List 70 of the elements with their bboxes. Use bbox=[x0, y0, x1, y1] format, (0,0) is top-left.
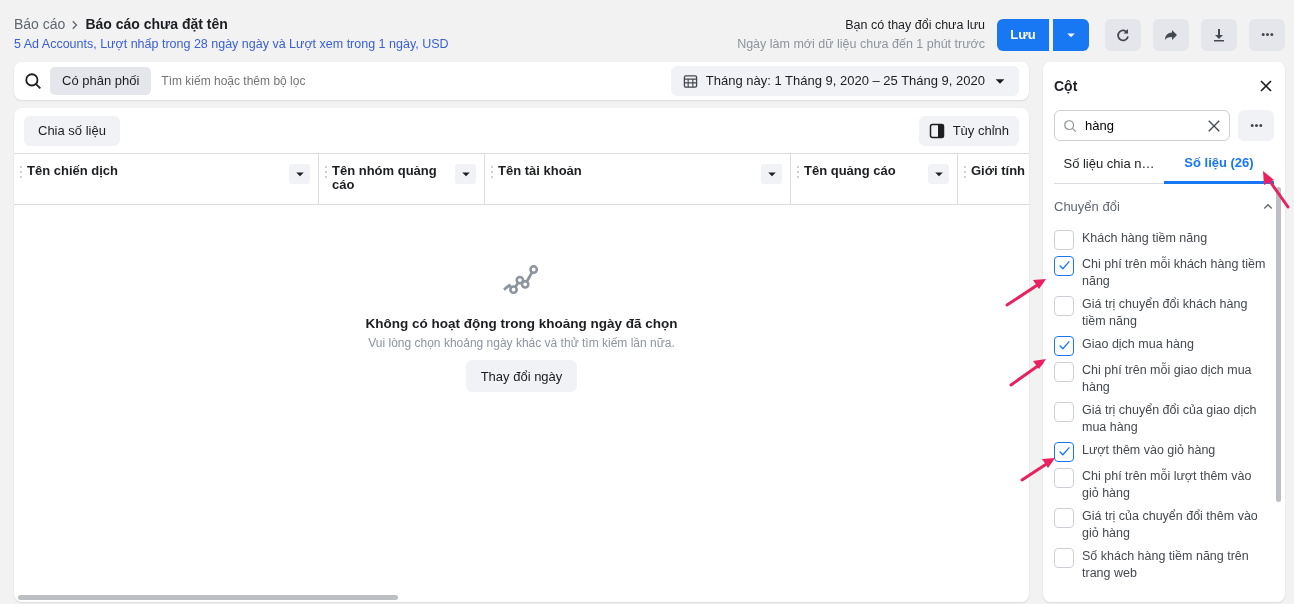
close-icon bbox=[1207, 118, 1221, 133]
annotation-arrow bbox=[1260, 168, 1292, 210]
checkbox[interactable] bbox=[1054, 335, 1074, 356]
save-button[interactable]: Lưu bbox=[997, 18, 1049, 51]
checkbox-label: Chi phí trên mỗi khách hàng tiềm năng bbox=[1082, 255, 1267, 290]
checkbox-label: Giá trị của chuyển đổi thêm vào giỏ hàng bbox=[1082, 507, 1259, 542]
share-button[interactable] bbox=[1153, 18, 1189, 51]
more-button[interactable] bbox=[1249, 18, 1285, 51]
drag-handle-icon[interactable] bbox=[19, 164, 23, 180]
column-header: Tên quảng cáo bbox=[804, 164, 897, 178]
empty-state-title: Không có hoạt động trong khoảng ngày đã chọn bbox=[365, 315, 678, 333]
checkbox-label: Giá trị chuyển đổi khách hàng tiềm năng bbox=[1082, 295, 1249, 330]
section-title: Chuyển đổi bbox=[1054, 197, 1120, 216]
drag-handle-icon[interactable] bbox=[490, 164, 494, 180]
checkbox-label: Lượt thêm vào giỏ hàng bbox=[1082, 441, 1216, 459]
breadcrumb-link[interactable]: Báo cáo bbox=[14, 14, 66, 35]
check-icon bbox=[1057, 259, 1071, 272]
close-button[interactable] bbox=[1258, 78, 1274, 94]
breakdown-button[interactable]: Chia số liệu bbox=[24, 115, 120, 146]
filter-bar[interactable]: Có phân phối Tìm kiếm hoặc thêm bộ lọc Tháng này: 1 Tháng 9, 2020 – 25 Tháng 9, 2020 bbox=[14, 62, 1029, 100]
annotation-arrow bbox=[1004, 276, 1048, 308]
refresh-notice: Ngày làm mới dữ liệu chưa đến 1 phút trước bbox=[737, 35, 985, 53]
checkbox-label: Chi phí trên mỗi lượt thêm vào giỏ hàng bbox=[1082, 467, 1253, 502]
column-header: Tên tài khoản bbox=[498, 164, 583, 178]
calendar-icon bbox=[682, 73, 698, 89]
filter-chip[interactable]: Có phân phối bbox=[50, 67, 152, 95]
report-title: Báo cáo chưa đặt tên bbox=[85, 15, 228, 34]
panel-tab[interactable]: Số liệu chia n… bbox=[1054, 145, 1164, 184]
search-icon bbox=[1063, 118, 1077, 133]
download-button[interactable] bbox=[1201, 18, 1237, 51]
save-menu-button[interactable] bbox=[1053, 18, 1089, 51]
more-icon bbox=[1260, 33, 1274, 36]
column-search-field[interactable]: hàng bbox=[1054, 110, 1230, 141]
close-icon bbox=[1258, 78, 1274, 94]
drag-handle-icon[interactable] bbox=[324, 164, 328, 180]
clear-search-button[interactable] bbox=[1207, 118, 1221, 133]
more-icon bbox=[1249, 124, 1263, 127]
change-date-button[interactable]: Thay đổi ngày bbox=[465, 360, 578, 393]
checkbox-label: Chi phí trên mỗi giao dịch mua hàng bbox=[1082, 361, 1253, 396]
annotation-arrow bbox=[1008, 356, 1048, 388]
panel-title: Cột bbox=[1054, 76, 1078, 96]
column-header: Tên chiến dịch bbox=[27, 164, 119, 178]
unsaved-notice: Bạn có thay đổi chưa lưu bbox=[844, 16, 985, 34]
checkbox-label: Số khách hàng tiềm năng trên trang web bbox=[1082, 547, 1250, 582]
checkbox[interactable] bbox=[1054, 441, 1074, 462]
drag-handle-icon[interactable] bbox=[963, 164, 967, 180]
column-menu-button[interactable] bbox=[455, 164, 476, 184]
download-icon bbox=[1211, 26, 1227, 43]
column-header: Giới tính bbox=[971, 164, 1026, 178]
drag-handle-icon[interactable] bbox=[796, 164, 800, 180]
check-icon bbox=[1057, 339, 1071, 352]
checkbox-label: Khách hàng tiềm năng bbox=[1082, 229, 1208, 247]
date-range-button[interactable]: Tháng này: 1 Tháng 9, 2020 – 25 Tháng 9, 2020 bbox=[670, 66, 1019, 96]
empty-state-message: Vui lòng chọn khoảng ngày khác và thử tìm kiếm lần nữa. bbox=[368, 335, 675, 353]
panel-more-button[interactable] bbox=[1238, 110, 1274, 141]
vertical-scrollbar[interactable] bbox=[1276, 187, 1281, 502]
checkbox-label: Giao dịch mua hàng bbox=[1082, 335, 1194, 353]
horizontal-scrollbar[interactable] bbox=[18, 595, 398, 600]
column-header: Tên nhóm quảng cáo bbox=[332, 164, 438, 192]
customize-button[interactable]: Tùy chỉnh bbox=[918, 115, 1019, 146]
search-icon bbox=[24, 72, 42, 90]
check-icon bbox=[1057, 445, 1071, 458]
column-menu-button[interactable] bbox=[289, 164, 310, 184]
column-menu-button[interactable] bbox=[761, 164, 782, 184]
checkbox[interactable] bbox=[1054, 255, 1074, 276]
report-subtitle: 5 Ad Accounts, Lượt nhấp trong 28 ngày ngày và Lượt xem trong 1 ngày, USD bbox=[14, 36, 449, 53]
refresh-button[interactable] bbox=[1105, 18, 1141, 51]
checkbox-label: Giá trị chuyển đổi của giao dịch mua hàng bbox=[1082, 401, 1258, 436]
columns-icon bbox=[928, 122, 945, 139]
column-menu-button[interactable] bbox=[928, 164, 949, 184]
